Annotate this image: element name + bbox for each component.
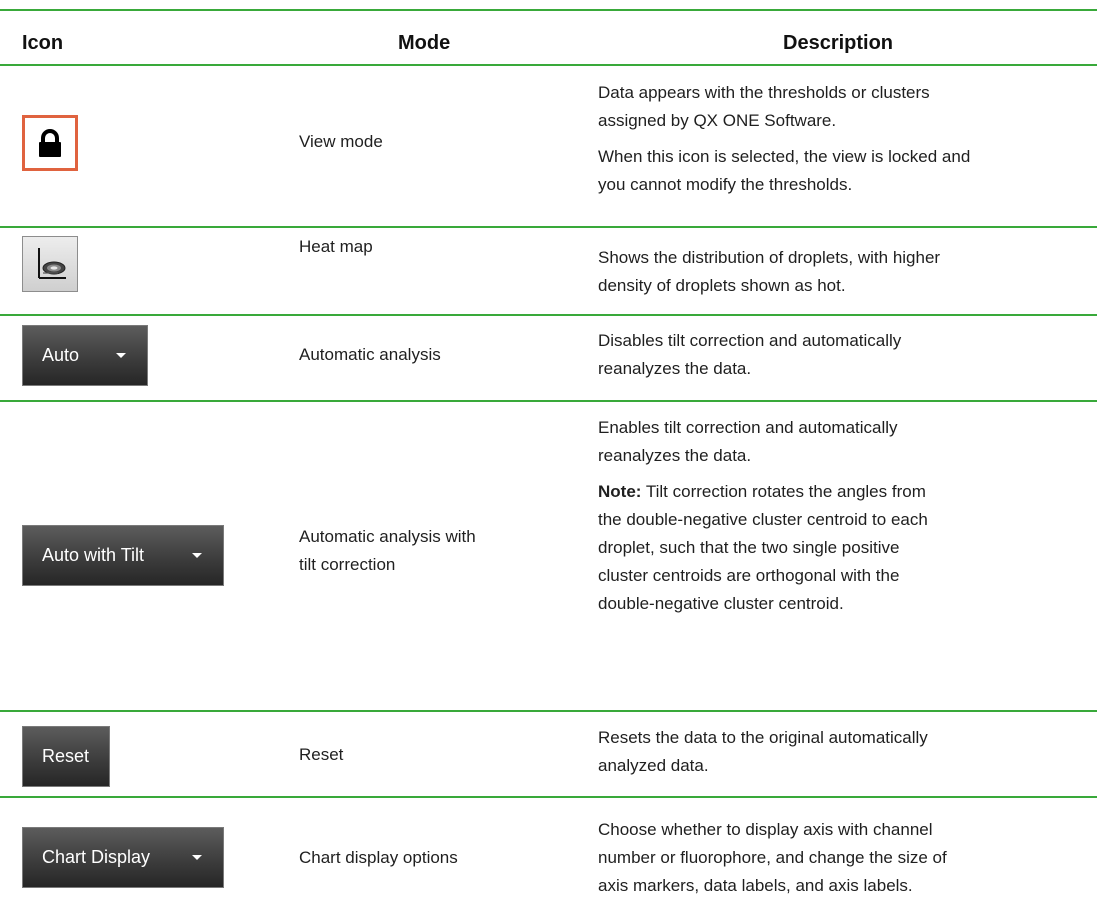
table-top-rule <box>0 9 1097 11</box>
description-line: Resets the data to the original automati… <box>598 728 928 747</box>
auto-button-label: Auto <box>42 345 80 365</box>
reset-button-label: Reset <box>42 746 90 766</box>
description: Enables tilt correction and automaticall… <box>598 414 1088 618</box>
description: Data appears with the thresholds or clus… <box>598 79 1088 199</box>
chevron-down-icon <box>192 855 202 860</box>
chart-display-button-label: Chart Display <box>42 847 151 867</box>
heat-map-button[interactable] <box>22 236 78 292</box>
description-line: Shows the distribution of droplets, with… <box>598 248 941 267</box>
chevron-down-icon <box>192 553 202 558</box>
note-line: cluster centroids are orthogonal with th… <box>598 566 900 585</box>
description: Shows the distribution of droplets, with… <box>598 244 1088 300</box>
table-row: Heat map Shows the distribution of dropl… <box>0 228 1097 314</box>
header-icon: Icon <box>22 32 64 54</box>
mode-label: Chart display options <box>299 848 458 867</box>
description-line: assigned by QX ONE Software. <box>598 111 837 130</box>
note-line: the double-negative cluster centroid to … <box>598 510 928 529</box>
description-line: When this icon is selected, the view is … <box>598 147 971 166</box>
description-line: density of droplets shown as hot. <box>598 276 846 295</box>
table-row: Reset Reset Resets the data to the origi… <box>0 712 1097 796</box>
description-line: reanalyzes the data. <box>598 446 752 465</box>
table-row: View mode Data appears with the threshol… <box>0 66 1097 226</box>
auto-dropdown-button[interactable]: Auto <box>22 325 148 386</box>
mode-label-line: tilt correction <box>299 555 396 574</box>
description-line: number or fluorophore, and change the si… <box>598 848 947 867</box>
note-line: double-negative cluster centroid. <box>598 594 844 613</box>
chart-display-dropdown-button[interactable]: Chart Display <box>22 827 224 888</box>
table-row: Auto with Tilt Automatic analysis with t… <box>0 402 1097 710</box>
table-row: Auto Automatic analysis Disables tilt co… <box>0 316 1097 400</box>
header-mode: Mode <box>398 32 451 54</box>
lock-icon <box>39 129 61 157</box>
description-line: Disables tilt correction and automatical… <box>598 331 902 350</box>
description: Choose whether to display axis with chan… <box>598 816 1088 900</box>
description-line: Data appears with the thresholds or clus… <box>598 83 930 102</box>
description-line: Choose whether to display axis with chan… <box>598 820 933 839</box>
reset-button[interactable]: Reset <box>22 726 110 787</box>
description-line: analyzed data. <box>598 756 709 775</box>
description-line: Enables tilt correction and automaticall… <box>598 418 898 437</box>
auto-with-tilt-button-label: Auto with Tilt <box>42 545 145 565</box>
note-label: Note: <box>598 482 642 501</box>
note-line: droplet, such that the two single positi… <box>598 538 900 557</box>
mode-label: Automatic analysis with tilt correction <box>299 523 476 579</box>
view-mode-lock-button[interactable] <box>22 115 78 171</box>
description-line: axis markers, data labels, and axis labe… <box>598 876 913 895</box>
header-description: Description <box>783 32 894 54</box>
table-row: Chart Display Chart display options Choo… <box>0 798 1097 911</box>
heat-map-icon <box>38 248 66 279</box>
mode-label: View mode <box>299 132 383 151</box>
chevron-down-icon <box>116 353 126 358</box>
note-text: Tilt correction rotates the angles from <box>641 482 926 501</box>
mode-label: Heat map <box>299 237 373 256</box>
mode-label: Reset <box>299 745 344 764</box>
note-line: Note: Tilt correction rotates the angles… <box>598 478 1088 506</box>
description-line: reanalyzes the data. <box>598 359 752 378</box>
mode-label: Automatic analysis <box>299 345 441 364</box>
description: Resets the data to the original automati… <box>598 724 1088 780</box>
mode-label-line: Automatic analysis with <box>299 527 476 546</box>
description: Disables tilt correction and automatical… <box>598 327 1088 383</box>
auto-with-tilt-dropdown-button[interactable]: Auto with Tilt <box>22 525 224 586</box>
description-line: you cannot modify the thresholds. <box>598 175 853 194</box>
